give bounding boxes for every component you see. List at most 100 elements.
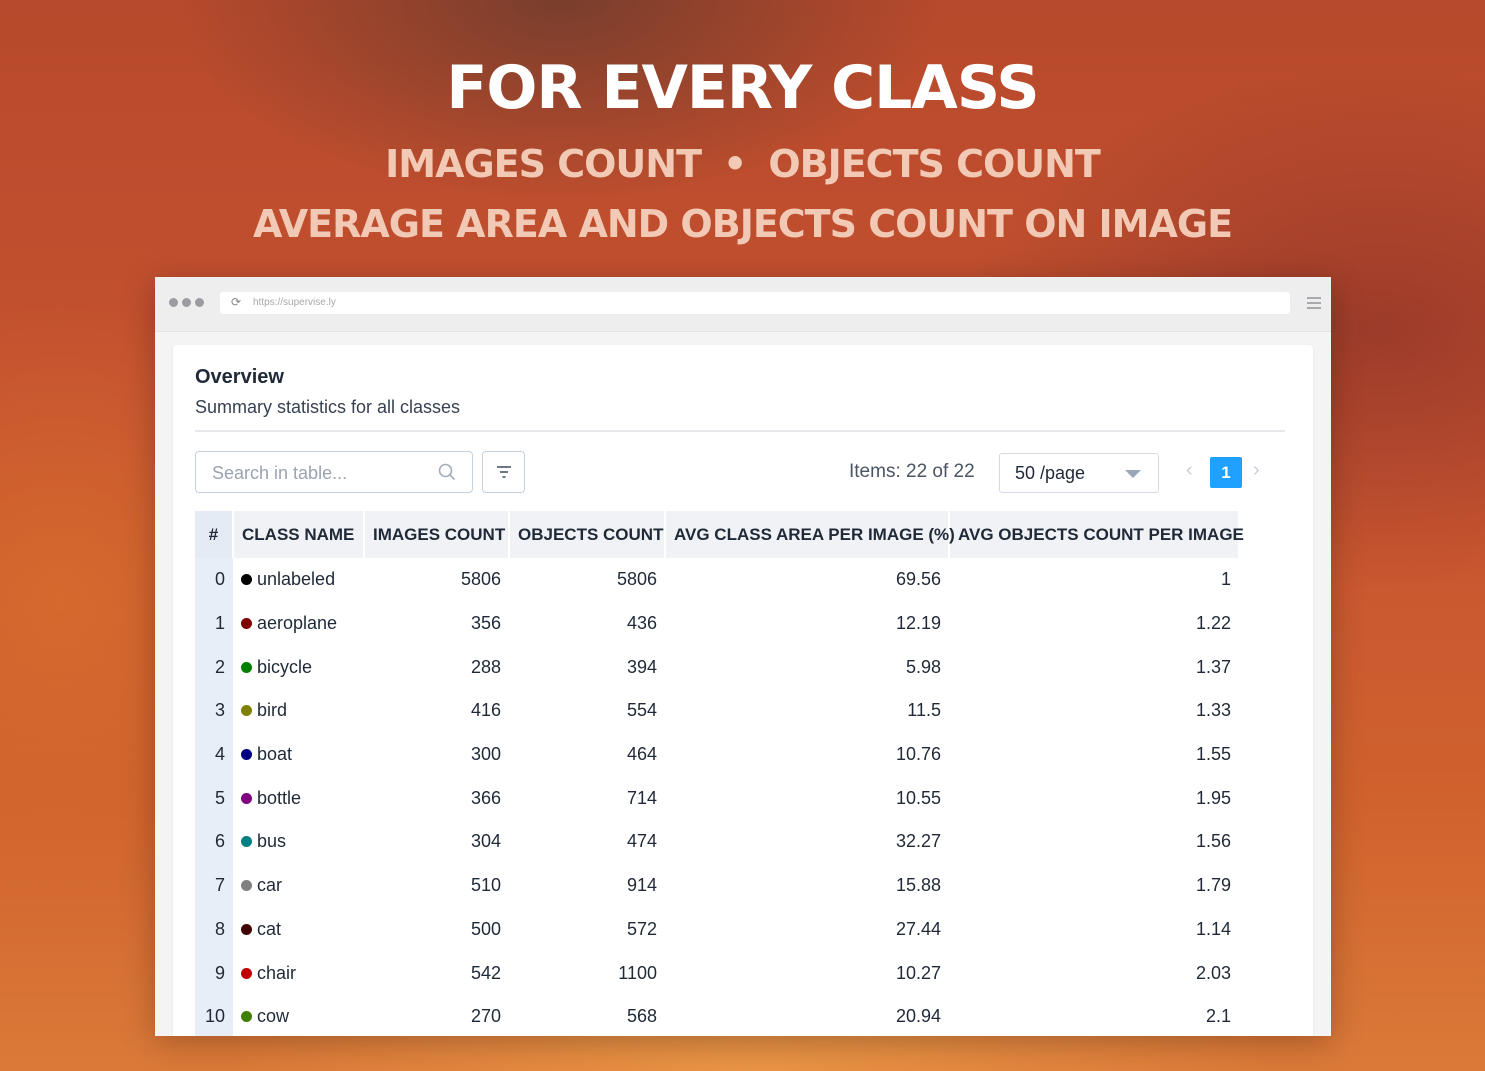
table-row[interactable]: 8 cat 500 572 27.44 1.14 xyxy=(195,907,1239,952)
row-index: 3 xyxy=(195,689,233,733)
table-row[interactable]: 9 chair 542 1100 10.27 2.03 xyxy=(195,951,1239,995)
hero-images-count-label: IMAGES COUNT xyxy=(385,142,702,186)
hero-objects-count-label: OBJECTS COUNT xyxy=(768,142,1101,186)
class-name-label: bus xyxy=(257,831,287,852)
row-avg-objects-count: 1.56 xyxy=(1195,831,1231,852)
row-avg-objects-count: 1.14 xyxy=(1195,918,1231,939)
class-color-dot-icon xyxy=(241,749,252,761)
filter-button[interactable] xyxy=(482,451,525,493)
hamburger-menu-icon[interactable] xyxy=(1307,297,1321,312)
row-avg-class-area: 5.98 xyxy=(905,656,941,677)
row-objects-count: 568 xyxy=(626,1006,657,1027)
row-index: 6 xyxy=(195,820,233,864)
row-class-name: aeroplane xyxy=(233,602,364,646)
row-index: 5 xyxy=(195,776,233,821)
class-color-dot-icon xyxy=(241,705,252,717)
column-header-objects-count[interactable]: OBJECTS COUNT xyxy=(509,511,666,558)
row-avg-class-area: 69.56 xyxy=(895,569,941,590)
row-avg-objects-count: 1.79 xyxy=(1195,875,1231,896)
table-row[interactable]: 0 unlabeled 5806 5806 69.56 1 xyxy=(195,558,1239,602)
table-row[interactable]: 10 cow 270 568 20.94 2.1 xyxy=(195,994,1239,1036)
row-images-count: 500 xyxy=(470,918,501,939)
row-objects-count: 5806 xyxy=(616,569,657,590)
row-images-count: 270 xyxy=(470,1006,501,1027)
table-body: 0 unlabeled 5806 5806 69.56 1 1 aeroplane 356 436… xyxy=(195,558,1239,1036)
row-images-count: 366 xyxy=(470,787,501,808)
class-name-label: car xyxy=(257,875,283,896)
address-bar[interactable]: ⟳ https://supervise.ly xyxy=(220,292,1290,314)
row-images-count: 5806 xyxy=(460,569,501,590)
row-class-name: bicycle xyxy=(233,645,364,689)
row-images-count: 356 xyxy=(470,613,501,634)
page-size-value: 50 /page xyxy=(1015,463,1086,483)
row-avg-objects-count: 1.22 xyxy=(1195,613,1231,634)
column-header-class-name[interactable]: CLASS NAME xyxy=(233,511,365,558)
row-index: 1 xyxy=(195,601,233,646)
row-objects-count: 464 xyxy=(626,744,657,765)
hero-bullet-separator: • xyxy=(723,142,747,186)
table-row[interactable]: 2 bicycle 288 394 5.98 1.37 xyxy=(195,645,1239,690)
column-header-avg-objects-count[interactable]: AVG OBJECTS COUNT PER IMAGE xyxy=(949,511,1244,558)
row-avg-class-area: 20.94 xyxy=(895,1006,941,1027)
row-class-name: chair xyxy=(233,951,364,995)
column-header-images-count[interactable]: IMAGES COUNT xyxy=(364,511,510,558)
row-avg-class-area: 12.19 xyxy=(895,613,941,634)
class-name-label: unlabeled xyxy=(257,569,336,590)
row-objects-count: 714 xyxy=(626,787,657,808)
row-avg-class-area: 10.55 xyxy=(895,787,941,808)
table-row[interactable]: 1 aeroplane 356 436 12.19 1.22 xyxy=(195,601,1239,646)
items-count: Items: 22 of 22 xyxy=(849,461,975,482)
class-stats-table: # CLASS NAME IMAGES COUNT OBJECTS COUNT … xyxy=(195,511,1244,1036)
row-images-count: 304 xyxy=(470,831,501,852)
table-header-row: # CLASS NAME IMAGES COUNT OBJECTS COUNT … xyxy=(195,511,1244,558)
row-class-name: cow xyxy=(233,995,364,1036)
page-size-select[interactable]: 50 /page xyxy=(999,453,1159,493)
filter-icon xyxy=(497,466,511,478)
class-color-dot-icon xyxy=(241,836,252,848)
column-header-index[interactable]: # xyxy=(195,511,234,558)
row-avg-class-area: 32.27 xyxy=(895,831,941,852)
row-objects-count: 436 xyxy=(626,613,657,634)
search-icon[interactable] xyxy=(438,463,456,481)
class-color-dot-icon xyxy=(241,792,252,804)
table-row[interactable]: 5 bottle 366 714 10.55 1.95 xyxy=(195,776,1239,821)
row-class-name: boat xyxy=(233,733,364,777)
search-placeholder: Search in table... xyxy=(212,463,348,483)
prev-page-button[interactable]: ‹ xyxy=(1186,459,1193,482)
row-class-name: unlabeled xyxy=(233,558,364,602)
row-images-count: 288 xyxy=(470,656,501,677)
row-objects-count: 1100 xyxy=(618,962,657,983)
hero-subtitle-line-1: IMAGES COUNT • OBJECTS COUNT xyxy=(0,141,1485,187)
row-objects-count: 914 xyxy=(626,875,657,896)
row-avg-objects-count: 2.1 xyxy=(1205,1006,1231,1027)
table-row[interactable]: 4 boat 300 464 10.76 1.55 xyxy=(195,732,1239,777)
search-input[interactable]: Search in table... xyxy=(195,451,473,493)
table-row[interactable]: 3 bird 416 554 11.5 1.33 xyxy=(195,689,1239,733)
window-controls xyxy=(169,298,204,307)
class-color-dot-icon xyxy=(241,967,252,979)
row-images-count: 300 xyxy=(470,744,501,765)
row-avg-class-area: 10.76 xyxy=(895,744,941,765)
window-dot-icon[interactable] xyxy=(195,298,204,307)
column-header-avg-class-area[interactable]: AVG CLASS AREA PER IMAGE (%) xyxy=(665,511,955,558)
table-row[interactable]: 7 car 510 914 15.88 1.79 xyxy=(195,863,1239,908)
row-objects-count: 474 xyxy=(626,831,657,852)
row-objects-count: 572 xyxy=(626,918,657,939)
class-name-label: bottle xyxy=(257,787,302,808)
window-dot-icon[interactable] xyxy=(169,298,178,307)
row-avg-objects-count: 1.95 xyxy=(1195,787,1231,808)
window-dot-icon[interactable] xyxy=(182,298,191,307)
row-objects-count: 394 xyxy=(626,656,657,677)
row-images-count: 542 xyxy=(470,962,501,983)
current-page-button[interactable]: 1 xyxy=(1210,457,1242,488)
class-name-label: bird xyxy=(257,700,288,721)
class-name-label: chair xyxy=(257,962,297,983)
page-title: Overview xyxy=(195,366,284,388)
row-class-name: bus xyxy=(233,820,364,864)
row-class-name: bird xyxy=(233,689,364,733)
reload-icon[interactable]: ⟳ xyxy=(231,295,241,309)
table-row[interactable]: 6 bus 304 474 32.27 1.56 xyxy=(195,820,1239,864)
row-avg-class-area: 15.88 xyxy=(895,875,941,896)
chevron-down-icon xyxy=(1125,470,1141,478)
next-page-button[interactable]: › xyxy=(1253,459,1260,482)
